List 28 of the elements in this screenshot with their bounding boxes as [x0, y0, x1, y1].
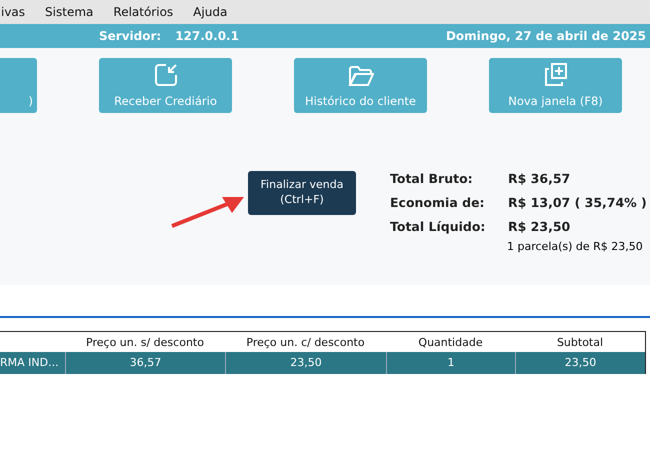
menu-item[interactable]: Ajuda	[193, 5, 228, 19]
installments-text: 1 parcela(s) de R$ 23,50	[507, 240, 644, 253]
server-address: 127.0.0.1	[175, 29, 239, 43]
column-header: Quantidade	[417, 336, 484, 348]
server-label: Servidor:	[99, 29, 162, 43]
menu-item[interactable]: Sistema	[45, 5, 94, 19]
table-cell: 23,50	[225, 352, 386, 374]
total-label: Total Líquido:	[390, 218, 486, 234]
date-text: Domingo, 27 de abril de 2025	[446, 29, 646, 43]
menu-item[interactable]: ivas	[1, 5, 26, 19]
finish-sale-button[interactable]: Finalizar venda (Ctrl+F)	[248, 171, 356, 215]
arrow-icon	[170, 195, 246, 229]
column-header: Preço un. c/ desconto	[245, 336, 366, 348]
total-label: Total Bruto:	[390, 170, 474, 186]
table-cell: 36,57	[65, 352, 225, 374]
table-cell: 23,50	[515, 352, 645, 374]
table-row[interactable]: RMA IND... 36,57 23,50 1 23,50	[0, 352, 645, 374]
column-header: Subtotal	[556, 336, 604, 348]
folder-icon	[348, 64, 374, 88]
total-value: R$ 13,07 ( 35,74% )	[508, 194, 647, 210]
total-value: R$ 23,50	[508, 218, 570, 234]
table-cell-text: RMA IND...	[0, 355, 60, 371]
table-cell: 1	[386, 352, 515, 374]
column-header: Preço un. s/ desconto	[85, 336, 205, 348]
total-label: Economia de:	[390, 194, 486, 210]
total-value: R$ 36,57	[508, 170, 570, 186]
new-window-icon	[542, 62, 568, 88]
menu-item[interactable]: Relatórios	[113, 5, 174, 19]
